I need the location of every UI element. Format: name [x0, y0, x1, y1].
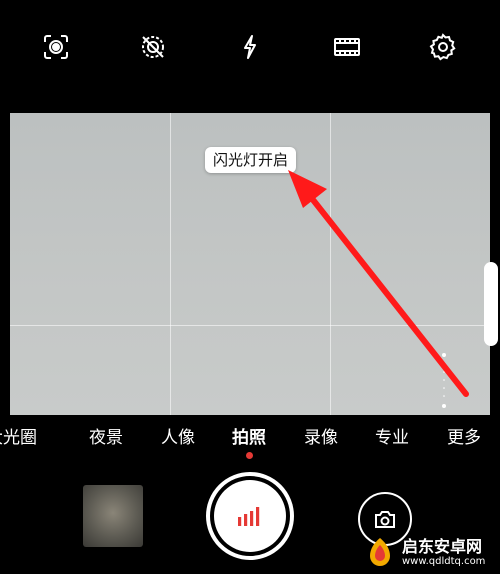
- mode-portrait[interactable]: 人像: [161, 423, 195, 448]
- shutter-button[interactable]: [206, 472, 294, 560]
- mode-aperture[interactable]: 大光圈: [0, 423, 37, 448]
- top-toolbar: [0, 0, 500, 95]
- grid-line: [330, 113, 331, 415]
- grid-line: [10, 325, 490, 326]
- settings-icon[interactable]: [426, 30, 460, 64]
- camera-mode-selector: 大光圈 夜景 人像 拍照 录像 专业 更多: [0, 423, 500, 449]
- mode-photo[interactable]: 拍照: [232, 423, 266, 448]
- mode-pro[interactable]: 专业: [375, 423, 409, 448]
- ai-lens-icon[interactable]: [39, 30, 73, 64]
- aspect-ratio-icon[interactable]: [330, 30, 364, 64]
- site-watermark: 启东安卓网 www.qdldtq.com: [362, 531, 500, 574]
- audio-bars-icon: [238, 507, 260, 526]
- watermark-title: 启东安卓网: [402, 537, 483, 557]
- moving-picture-off-icon[interactable]: [136, 30, 170, 64]
- watermark-logo-icon: [370, 537, 390, 566]
- flash-on-toast: 闪光灯开启: [205, 147, 297, 173]
- flash-icon[interactable]: [233, 30, 267, 64]
- mode-video[interactable]: 录像: [304, 423, 338, 448]
- active-mode-indicator: [246, 452, 253, 459]
- zoom-indicator-dots: [442, 353, 446, 408]
- side-slider-handle[interactable]: [484, 262, 498, 346]
- grid-line: [170, 113, 171, 415]
- mode-more[interactable]: 更多: [447, 423, 481, 448]
- mode-night[interactable]: 夜景: [89, 423, 123, 448]
- gallery-thumbnail[interactable]: [83, 485, 143, 547]
- switch-camera-icon: [375, 511, 395, 528]
- watermark-url: www.qdldtq.com: [402, 555, 486, 567]
